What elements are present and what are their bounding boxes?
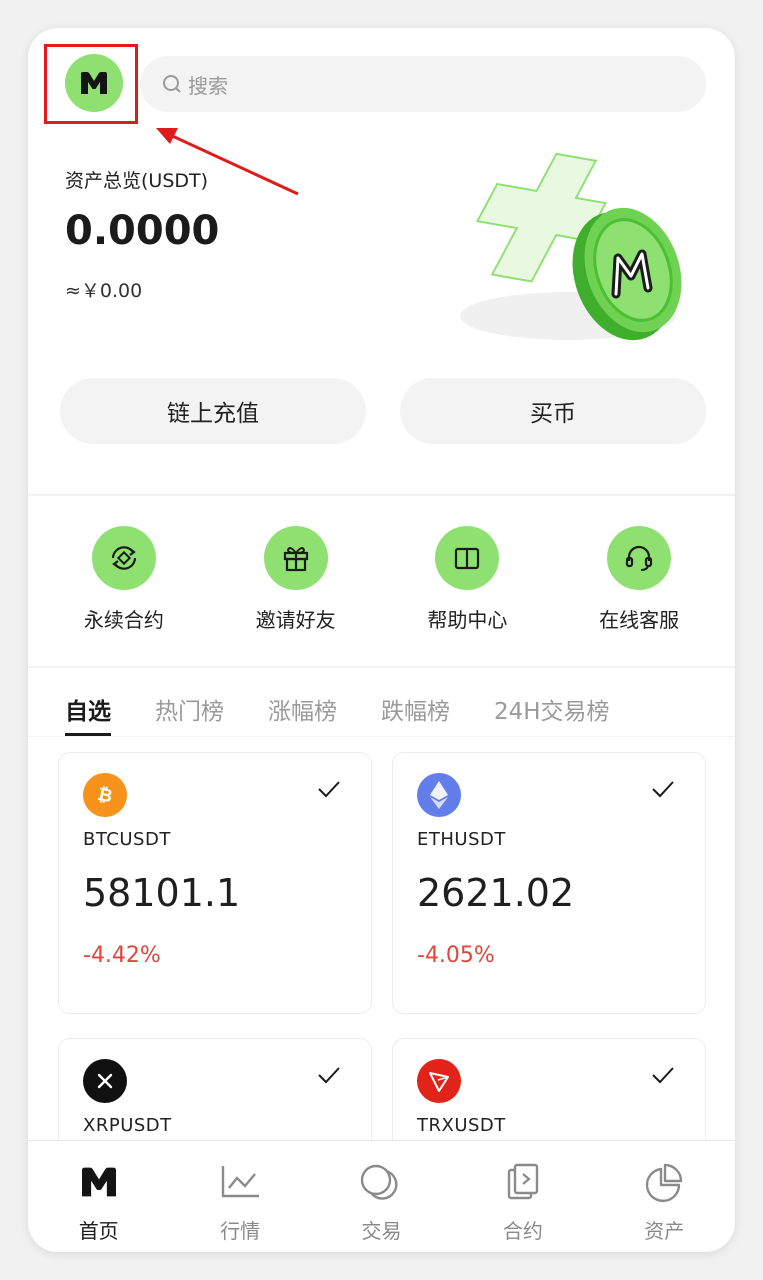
nav-home[interactable]: 首页 bbox=[39, 1159, 159, 1244]
buy-crypto-button[interactable]: 买币 bbox=[400, 378, 706, 444]
market-symbol: ETHUSDT bbox=[417, 829, 506, 850]
market-symbol: TRXUSDT bbox=[417, 1115, 506, 1136]
checkmark-icon[interactable] bbox=[651, 779, 675, 799]
tron-icon bbox=[417, 1059, 461, 1103]
search-placeholder: 搜索 bbox=[188, 73, 228, 98]
nav-label: 交易 bbox=[361, 1219, 402, 1243]
quick-label: 永续合约 bbox=[83, 608, 164, 632]
contract-icon bbox=[503, 1159, 543, 1205]
home-m-icon bbox=[79, 1159, 119, 1205]
xrp-icon bbox=[83, 1059, 127, 1103]
search-bar[interactable]: 搜索 bbox=[140, 56, 706, 112]
bottom-nav: 首页 行情 交易 合约 资产 bbox=[28, 1140, 735, 1252]
svg-text:₿: ₿ bbox=[96, 784, 115, 808]
bitcoin-icon: ₿ bbox=[83, 773, 127, 817]
nav-assets[interactable]: 资产 bbox=[604, 1159, 724, 1244]
market-symbol: XRPUSDT bbox=[83, 1115, 172, 1136]
annotation-arrow bbox=[156, 128, 299, 196]
quick-invite[interactable]: 邀请好友 bbox=[221, 526, 371, 646]
quick-label: 邀请好友 bbox=[255, 608, 336, 632]
checkmark-icon[interactable] bbox=[317, 779, 341, 799]
nav-label: 首页 bbox=[78, 1219, 119, 1243]
section-divider bbox=[28, 494, 735, 496]
section-divider bbox=[28, 666, 735, 668]
tab-hot[interactable]: 热门榜 bbox=[155, 692, 224, 736]
market-tabs: 自选 热门榜 涨幅榜 跌幅榜 24H交易榜 bbox=[65, 692, 610, 736]
quick-help[interactable]: 帮助中心 bbox=[392, 526, 542, 646]
quick-perpetual[interactable]: 永续合约 bbox=[49, 526, 199, 646]
book-icon bbox=[435, 526, 500, 590]
logo-highlight-box bbox=[44, 44, 138, 124]
headset-icon bbox=[607, 526, 672, 590]
onchain-deposit-button[interactable]: 链上充值 bbox=[60, 378, 366, 444]
tabs-divider bbox=[28, 736, 735, 737]
checkmark-icon[interactable] bbox=[317, 1065, 341, 1085]
nav-futures[interactable]: 合约 bbox=[463, 1159, 583, 1244]
market-card-btc[interactable]: ₿ BTCUSDT 58101.1 -4.42% bbox=[58, 752, 372, 1014]
market-change: -4.42% bbox=[83, 943, 161, 968]
chart-line-icon bbox=[219, 1159, 261, 1205]
nav-trade[interactable]: 交易 bbox=[321, 1159, 441, 1244]
tab-losers[interactable]: 跌幅榜 bbox=[381, 692, 450, 736]
tab-24h-volume[interactable]: 24H交易榜 bbox=[494, 692, 610, 736]
ethereum-icon bbox=[417, 773, 461, 817]
coin-illustration bbox=[460, 152, 682, 341]
quick-label: 帮助中心 bbox=[427, 608, 508, 632]
nav-label: 资产 bbox=[644, 1219, 685, 1243]
tab-gainers[interactable]: 涨幅榜 bbox=[268, 692, 337, 736]
quick-actions: 永续合约 邀请好友 帮助中心 在线客服 bbox=[28, 526, 735, 646]
market-price: 58101.1 bbox=[83, 871, 241, 915]
gift-icon bbox=[263, 526, 328, 590]
search-icon bbox=[163, 75, 181, 93]
market-price: 2621.02 bbox=[417, 871, 575, 915]
checkmark-icon[interactable] bbox=[651, 1065, 675, 1085]
nav-label: 合约 bbox=[502, 1219, 543, 1243]
coins-icon bbox=[358, 1159, 404, 1205]
quick-label: 在线客服 bbox=[599, 608, 680, 632]
perpetual-icon bbox=[91, 526, 156, 590]
tab-favorites[interactable]: 自选 bbox=[65, 692, 111, 736]
quick-support[interactable]: 在线客服 bbox=[564, 526, 714, 646]
asset-cny-value: ≈￥0.00 bbox=[65, 280, 143, 302]
market-change: -4.05% bbox=[417, 943, 495, 968]
nav-label: 行情 bbox=[220, 1219, 261, 1243]
nav-market[interactable]: 行情 bbox=[180, 1159, 300, 1244]
app-screen: 搜索 资产总览(USDT) 0.0000 ≈￥0.00 链上充值 买币 永续合约… bbox=[28, 28, 735, 1252]
market-card-eth[interactable]: ETHUSDT 2621.02 -4.05% bbox=[392, 752, 706, 1014]
asset-total-value: 0.0000 bbox=[65, 208, 220, 254]
pie-chart-icon bbox=[643, 1159, 685, 1205]
market-symbol: BTCUSDT bbox=[83, 829, 171, 850]
